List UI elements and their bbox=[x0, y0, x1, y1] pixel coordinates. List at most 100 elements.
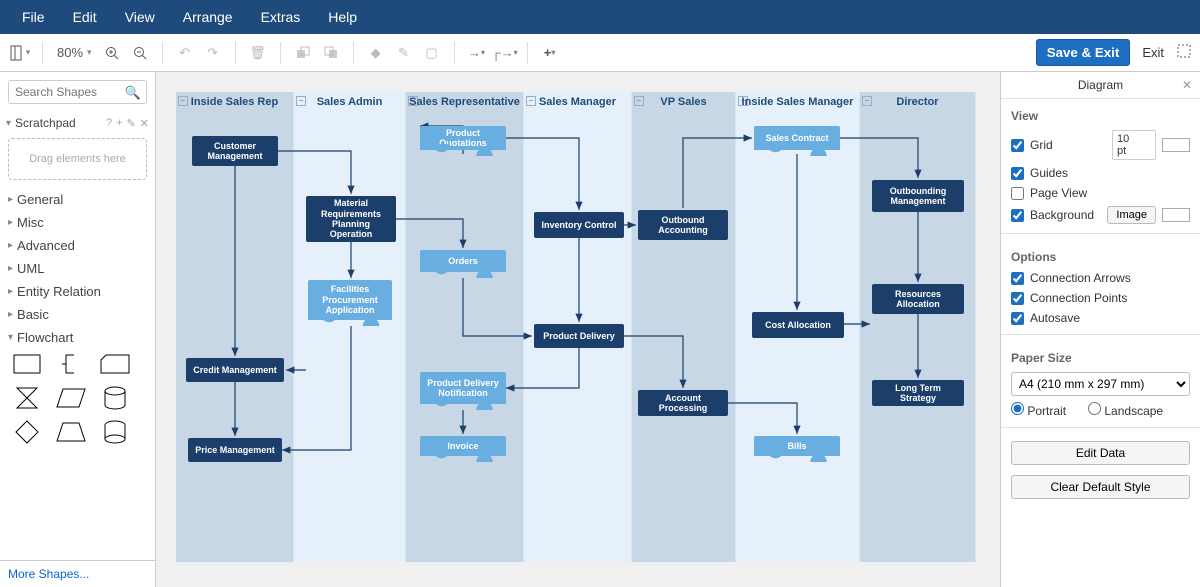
guides-label: Guides bbox=[1030, 166, 1068, 180]
grid-size-input[interactable]: 10 pt bbox=[1112, 130, 1156, 160]
menu-arrange[interactable]: Arrange bbox=[169, 0, 247, 34]
connection-style-button[interactable]: →▾ bbox=[465, 41, 489, 65]
shape-trapezoid[interactable] bbox=[56, 421, 86, 443]
to-back-button[interactable] bbox=[319, 41, 343, 65]
shape-card[interactable] bbox=[100, 353, 130, 375]
redo-button[interactable]: ↷ bbox=[201, 41, 225, 65]
save-and-exit-button[interactable]: Save & Exit bbox=[1036, 39, 1131, 66]
swimlane-title: Director bbox=[860, 96, 975, 108]
more-shapes-link[interactable]: More Shapes... bbox=[0, 560, 155, 587]
node-lts[interactable]: Long Term Strategy bbox=[872, 380, 964, 406]
node-price[interactable]: Price Management bbox=[188, 438, 282, 462]
grid-checkbox[interactable] bbox=[1011, 139, 1024, 152]
swimlane-6[interactable]: −Director bbox=[860, 92, 976, 562]
zoom-in-button[interactable] bbox=[100, 41, 124, 65]
edit-data-button[interactable]: Edit Data bbox=[1011, 441, 1190, 465]
sidebar-group-advanced[interactable]: ▸Advanced bbox=[0, 234, 155, 257]
waypoint-style-button[interactable]: ┌→▾ bbox=[493, 41, 517, 65]
node-ca[interactable]: Cost Allocation bbox=[752, 312, 844, 338]
node-om[interactable]: Outbounding Management bbox=[872, 180, 964, 212]
zoom-dropdown[interactable]: 80% ▾ bbox=[53, 45, 96, 60]
undo-button[interactable]: ↶ bbox=[173, 41, 197, 65]
canvas[interactable]: −Director−Inside Sales Manager−VP Sales−… bbox=[156, 72, 1000, 587]
clear-default-style-button[interactable]: Clear Default Style bbox=[1011, 475, 1190, 499]
menu-file[interactable]: File bbox=[8, 0, 59, 34]
paper-size-select[interactable]: A4 (210 mm x 297 mm) bbox=[1011, 372, 1190, 396]
node-pd[interactable]: Product Delivery bbox=[534, 324, 624, 348]
section-view: View bbox=[1001, 99, 1200, 127]
background-color-swatch[interactable] bbox=[1162, 208, 1190, 222]
zoom-out-button[interactable] bbox=[128, 41, 152, 65]
node-ap[interactable]: Account Processing bbox=[638, 390, 728, 416]
background-image-button[interactable]: Image bbox=[1107, 206, 1156, 224]
node-fac[interactable]: Facilities Procurement Application bbox=[308, 280, 392, 320]
scratchpad-add-icon[interactable]: + bbox=[116, 117, 122, 129]
connection-points-checkbox[interactable] bbox=[1011, 292, 1024, 305]
node-quot[interactable]: Product Quotations bbox=[420, 126, 506, 150]
scratchpad-help-icon[interactable]: ? bbox=[106, 117, 112, 129]
portrait-radio[interactable] bbox=[1011, 402, 1024, 415]
line-color-button[interactable]: ✎ bbox=[392, 41, 416, 65]
swimlane-title: Inside Sales Manager bbox=[736, 96, 859, 108]
swimlane-diagram[interactable]: −Director−Inside Sales Manager−VP Sales−… bbox=[176, 92, 976, 562]
delete-button[interactable]: 🗑 bbox=[246, 41, 270, 65]
node-ra[interactable]: Resources Allocation bbox=[872, 284, 964, 314]
format-panel: Diagram✕ View Grid10 pt Guides Page View… bbox=[1000, 72, 1200, 587]
shadow-button[interactable]: ▢ bbox=[420, 41, 444, 65]
guides-checkbox[interactable] bbox=[1011, 167, 1024, 180]
node-credit[interactable]: Credit Management bbox=[186, 358, 284, 382]
menu-help[interactable]: Help bbox=[314, 0, 371, 34]
flowchart-shapes bbox=[0, 349, 155, 447]
fill-color-button[interactable]: ◆ bbox=[364, 41, 388, 65]
sidebar-group-flowchart[interactable]: ▾Flowchart bbox=[0, 326, 155, 349]
to-front-button[interactable] bbox=[291, 41, 315, 65]
pageview-checkbox[interactable] bbox=[1011, 187, 1024, 200]
exit-button[interactable]: Exit bbox=[1134, 40, 1172, 65]
node-pdn[interactable]: Product Delivery Notification bbox=[420, 372, 506, 404]
shape-cylinder2[interactable] bbox=[100, 421, 130, 443]
node-sc[interactable]: Sales Contract bbox=[754, 126, 840, 150]
chevron-down-icon[interactable]: ▾ bbox=[6, 118, 11, 129]
sidebar-group-uml[interactable]: ▸UML bbox=[0, 257, 155, 280]
sidebar-group-general[interactable]: ▸General bbox=[0, 188, 155, 211]
swimlane-title: Inside Sales Rep bbox=[176, 96, 293, 108]
sidebar-group-misc[interactable]: ▸Misc bbox=[0, 211, 155, 234]
node-ic[interactable]: Inventory Control bbox=[534, 212, 624, 238]
node-cust[interactable]: Customer Management bbox=[192, 136, 278, 166]
landscape-radio[interactable] bbox=[1088, 402, 1101, 415]
autosave-checkbox[interactable] bbox=[1011, 312, 1024, 325]
scratchpad-edit-icon[interactable]: ✎ bbox=[127, 117, 136, 130]
scratchpad-close-icon[interactable]: ✕ bbox=[140, 117, 149, 130]
fit-page-button[interactable] bbox=[1176, 43, 1192, 62]
swimlane-4[interactable]: −VP Sales bbox=[632, 92, 736, 562]
swimlane-1[interactable]: −Sales Admin bbox=[294, 92, 406, 562]
sidebar-group-basic[interactable]: ▸Basic bbox=[0, 303, 155, 326]
menu-view[interactable]: View bbox=[111, 0, 169, 34]
swimlane-title: Sales Admin bbox=[294, 96, 405, 108]
shape-diamond[interactable] bbox=[12, 421, 42, 443]
section-paper-size: Paper Size bbox=[1001, 341, 1200, 369]
background-checkbox[interactable] bbox=[1011, 209, 1024, 222]
shape-rect[interactable] bbox=[12, 353, 42, 375]
connection-arrows-label: Connection Arrows bbox=[1030, 271, 1131, 285]
pageview-label: Page View bbox=[1030, 186, 1087, 200]
shape-parallelogram[interactable] bbox=[56, 387, 86, 409]
scratchpad-title: Scratchpad bbox=[15, 116, 102, 130]
background-label: Background bbox=[1030, 208, 1094, 222]
menu-extras[interactable]: Extras bbox=[247, 0, 315, 34]
close-panel-icon[interactable]: ✕ bbox=[1182, 78, 1192, 92]
node-oa[interactable]: Outbound Accounting bbox=[638, 210, 728, 240]
insert-button[interactable]: +▾ bbox=[538, 41, 562, 65]
scratchpad-dropzone[interactable]: Drag elements here bbox=[8, 138, 147, 180]
menubar: File Edit View Arrange Extras Help bbox=[0, 0, 1200, 34]
page-layout-button[interactable]: ▾ bbox=[8, 41, 32, 65]
menu-edit[interactable]: Edit bbox=[59, 0, 111, 34]
swimlane-2[interactable]: −Sales Representative bbox=[406, 92, 524, 562]
grid-color-swatch[interactable] bbox=[1162, 138, 1190, 152]
node-mrp[interactable]: Material Requirements Planning Operation bbox=[306, 196, 396, 242]
shape-cylinder[interactable] bbox=[100, 387, 130, 409]
sidebar-group-entity-relation[interactable]: ▸Entity Relation bbox=[0, 280, 155, 303]
shape-bracket[interactable] bbox=[56, 353, 86, 375]
connection-arrows-checkbox[interactable] bbox=[1011, 272, 1024, 285]
shape-hourglass[interactable] bbox=[12, 387, 42, 409]
